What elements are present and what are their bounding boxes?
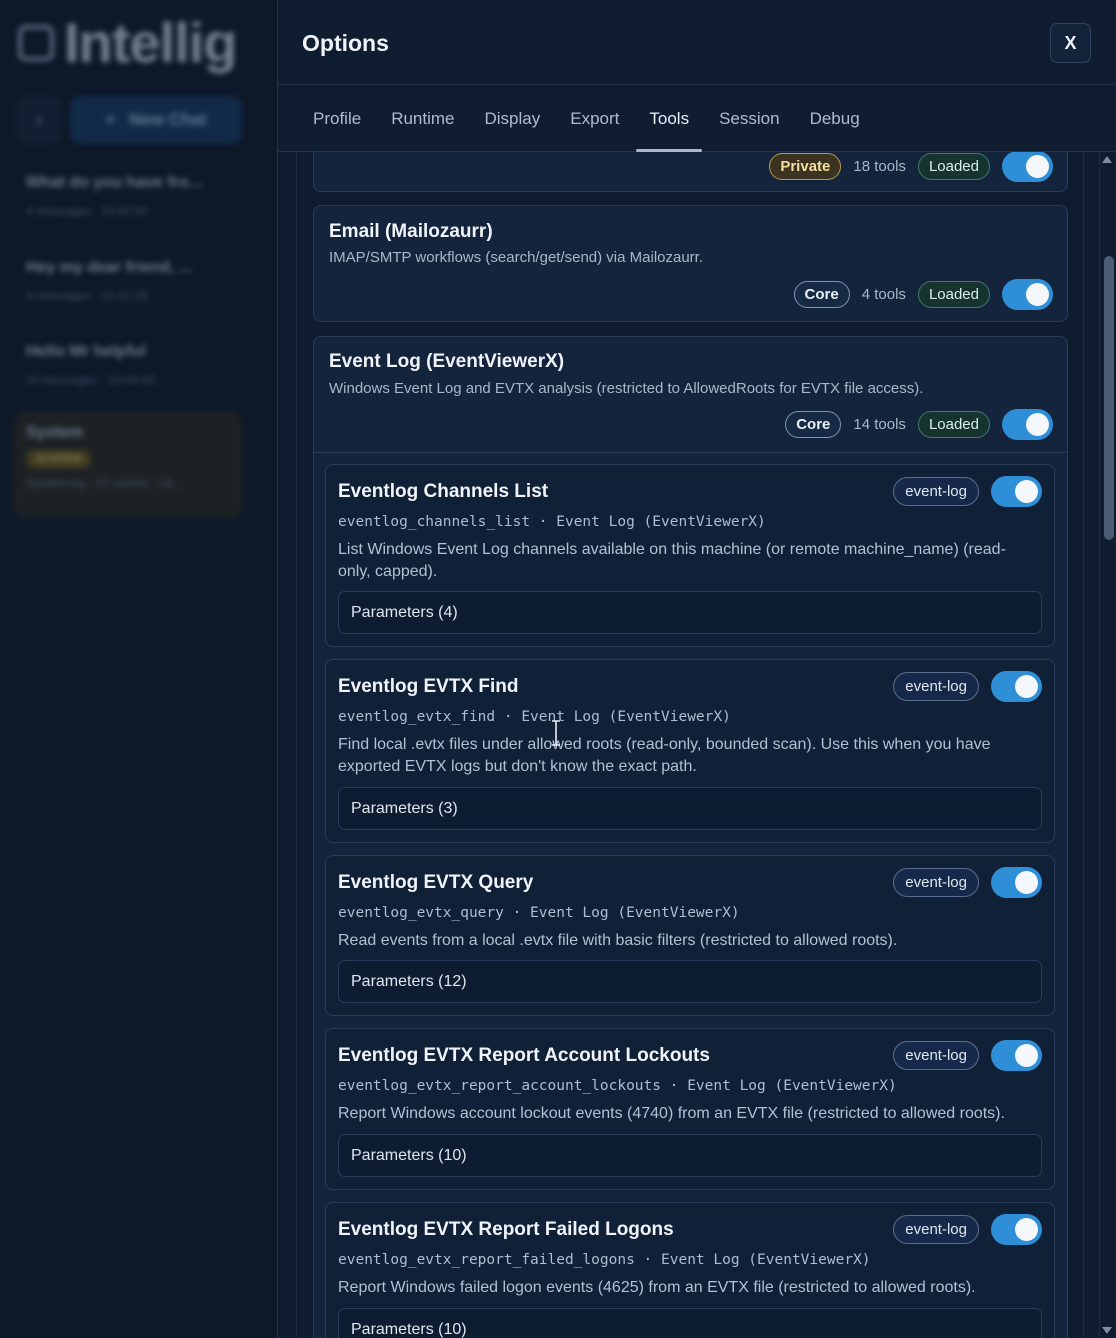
pack-meta: Core 4 tools Loaded <box>793 279 1053 310</box>
tool-id: eventlog_evtx_find · Event Log (EventVie… <box>338 709 731 725</box>
back-button[interactable]: ‹ <box>16 96 62 144</box>
tools-list: Private 18 tools Loaded Email (Mailozaur… <box>296 152 1084 1338</box>
system-badge: SYSTEM <box>26 450 92 468</box>
tool-name: Eventlog EVTX Report Failed Logons <box>338 1219 674 1240</box>
toggle-knob <box>1015 871 1038 894</box>
tab-session[interactable]: Session <box>706 109 792 151</box>
chat-list-item-system[interactable]: System SYSTEM System log · 27 events · 1… <box>14 412 242 518</box>
tool-description: Read events from a local .evtx file with… <box>338 932 898 949</box>
toggle-knob <box>1026 413 1049 436</box>
new-chat-button[interactable]: + New Chat <box>70 96 242 144</box>
tool-count: 18 tools <box>853 158 906 175</box>
tool-enable-toggle[interactable] <box>991 867 1042 898</box>
tool-name: Eventlog EVTX Report Account Lockouts <box>338 1045 710 1066</box>
tab-runtime[interactable]: Runtime <box>378 109 467 151</box>
tool-name: Eventlog EVTX Find <box>338 676 519 697</box>
tab-profile[interactable]: Profile <box>300 109 374 151</box>
modal-title: Options <box>302 30 389 56</box>
options-modal: Options X Profile Runtime Display Export… <box>277 0 1116 1338</box>
tab-debug[interactable]: Debug <box>797 109 873 151</box>
pack-enable-toggle[interactable] <box>1002 409 1053 440</box>
modal-header: Options X <box>278 0 1116 85</box>
tool-enable-toggle[interactable] <box>991 671 1042 702</box>
tool-description: List Windows Event Log channels availabl… <box>338 541 1006 580</box>
divider <box>314 452 1067 453</box>
loaded-badge: Loaded <box>917 281 990 308</box>
close-button[interactable]: X <box>1050 23 1091 63</box>
tool-card: Eventlog EVTX Query event-log eventlog_e… <box>325 855 1055 1016</box>
tab-tools[interactable]: Tools <box>636 109 702 152</box>
brand: Intellig <box>18 10 237 75</box>
toggle-knob <box>1026 283 1049 306</box>
tool-id: eventlog_evtx_query · Event Log (EventVi… <box>338 905 740 921</box>
tool-enable-toggle[interactable] <box>991 1214 1042 1245</box>
tool-card: Eventlog EVTX Report Account Lockouts ev… <box>325 1028 1055 1190</box>
brand-logo-icon <box>18 24 54 61</box>
tool-tag: event-log <box>893 868 979 897</box>
parameters-expander[interactable]: Parameters (10) <box>338 1308 1042 1338</box>
chat-list-item[interactable]: Hey my dear friend, ... 4 messages · 15:… <box>14 247 242 323</box>
core-badge: Core <box>785 411 842 438</box>
toggle-knob <box>1015 675 1038 698</box>
pack-name: Event Log (EventViewerX) <box>329 351 565 372</box>
loaded-badge: Loaded <box>917 153 990 180</box>
tool-count: 14 tools <box>853 416 906 433</box>
private-badge: Private <box>769 153 842 180</box>
parameters-expander[interactable]: Parameters (3) <box>338 787 1042 830</box>
tool-id: eventlog_channels_list · Event Log (Even… <box>338 514 766 530</box>
tool-count: 4 tools <box>861 286 906 303</box>
tool-id: eventlog_evtx_report_account_lockouts · … <box>338 1078 897 1094</box>
parameters-expander[interactable]: Parameters (12) <box>338 960 1042 1003</box>
text-cursor-icon <box>552 720 560 746</box>
toggle-knob <box>1015 1044 1038 1067</box>
scrollbar-thumb[interactable] <box>1104 256 1114 540</box>
tools-scroll-area[interactable]: Private 18 tools Loaded Email (Mailozaur… <box>278 152 1116 1338</box>
scroll-up-icon[interactable] <box>1102 156 1112 163</box>
pack-description: IMAP/SMTP workflows (search/get/send) vi… <box>329 249 704 266</box>
tool-tag: event-log <box>893 1041 979 1070</box>
tool-card: Eventlog EVTX Find event-log eventlog_ev… <box>325 659 1055 843</box>
parameters-expander[interactable]: Parameters (10) <box>338 1134 1042 1177</box>
chat-list-item[interactable]: What do you have fro... 4 messages · 15:… <box>14 162 242 238</box>
tool-id: eventlog_evtx_report_failed_logons · Eve… <box>338 1252 871 1268</box>
pack-description: Windows Event Log and EVTX analysis (res… <box>329 380 924 397</box>
brand-name: Intellig <box>64 11 237 74</box>
toggle-knob <box>1015 1218 1038 1241</box>
pack-meta: Private 18 tools Loaded <box>769 152 1053 182</box>
tool-pack-card: Email (Mailozaurr) IMAP/SMTP workflows (… <box>313 205 1068 322</box>
pack-name: Email (Mailozaurr) <box>329 221 493 242</box>
tool-tag: event-log <box>893 477 979 506</box>
plus-icon: + <box>105 110 116 129</box>
tool-enable-toggle[interactable] <box>991 1040 1042 1071</box>
pack-enable-toggle[interactable] <box>1002 279 1053 310</box>
tool-description: Report Windows failed logon events (4625… <box>338 1279 976 1296</box>
background-app: Intellig ‹ + New Chat What do you have fr… <box>0 0 277 1338</box>
parameters-expander[interactable]: Parameters (4) <box>338 591 1042 634</box>
scrollbar[interactable] <box>1099 152 1116 1338</box>
toggle-knob <box>1015 480 1038 503</box>
scroll-down-icon[interactable] <box>1102 1327 1112 1334</box>
loaded-badge: Loaded <box>917 411 990 438</box>
tool-card: Eventlog EVTX Report Failed Logons event… <box>325 1202 1055 1338</box>
tool-pack-card: Private 18 tools Loaded <box>313 152 1068 192</box>
pack-enable-toggle[interactable] <box>1002 152 1053 182</box>
core-badge: Core <box>793 281 850 308</box>
options-tabs: Profile Runtime Display Export Tools Ses… <box>278 85 1116 152</box>
tool-name: Eventlog EVTX Query <box>338 872 534 893</box>
tab-display[interactable]: Display <box>472 109 554 151</box>
chat-list-item[interactable]: Hello Mr helpful 10 messages · 15:04:40 <box>14 331 242 407</box>
tool-tag: event-log <box>893 672 979 701</box>
tool-enable-toggle[interactable] <box>991 476 1042 507</box>
tool-card: Eventlog Channels List event-log eventlo… <box>325 464 1055 647</box>
tool-name: Eventlog Channels List <box>338 481 549 502</box>
chevron-left-icon: ‹ <box>35 107 43 132</box>
tool-tag: event-log <box>893 1215 979 1244</box>
toggle-knob <box>1026 155 1049 178</box>
pack-meta: Core 14 tools Loaded <box>785 409 1053 440</box>
tool-description: Report Windows account lockout events (4… <box>338 1105 1005 1122</box>
tab-export[interactable]: Export <box>557 109 632 151</box>
tool-description: Find local .evtx files under allowed roo… <box>338 736 991 775</box>
